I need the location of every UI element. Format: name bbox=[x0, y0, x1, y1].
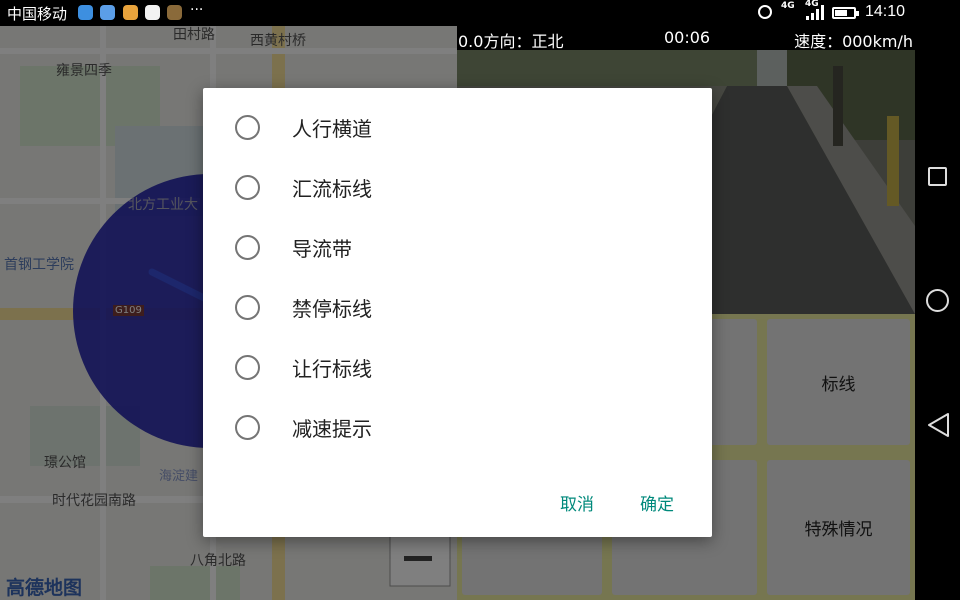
cancel-button[interactable]: 取消 bbox=[560, 490, 594, 515]
option-label: 让行标线 bbox=[292, 357, 372, 381]
radio-icon[interactable] bbox=[235, 175, 260, 200]
navigation-bar bbox=[915, 0, 960, 600]
app-notification-icon-blue bbox=[78, 5, 93, 20]
weibo-icon bbox=[123, 5, 138, 20]
back-icon[interactable] bbox=[927, 412, 951, 438]
speed-readout: 速度：000km/h bbox=[794, 32, 913, 51]
option-merge-line[interactable]: 汇流标线 bbox=[203, 160, 712, 216]
battery-level-fill bbox=[835, 10, 847, 16]
option-crosswalk[interactable]: 人行横道 bbox=[203, 100, 712, 156]
qq-icon bbox=[145, 5, 160, 20]
ok-button[interactable]: 确定 bbox=[640, 490, 674, 515]
radio-icon[interactable] bbox=[235, 295, 260, 320]
radio-icon[interactable] bbox=[235, 235, 260, 260]
recent-apps-icon[interactable] bbox=[928, 167, 947, 186]
signal-icon bbox=[806, 5, 824, 20]
notification-overflow: ··· bbox=[190, 2, 204, 18]
radio-icon[interactable] bbox=[235, 415, 260, 440]
option-slow-down[interactable]: 减速提示 bbox=[203, 400, 712, 456]
option-no-parking-line[interactable]: 禁停标线 bbox=[203, 280, 712, 336]
network-type-label: 4G bbox=[781, 1, 795, 11]
radio-icon[interactable] bbox=[235, 355, 260, 380]
radio-icon[interactable] bbox=[235, 115, 260, 140]
option-label: 减速提示 bbox=[292, 417, 372, 441]
home-icon[interactable] bbox=[926, 289, 949, 312]
clock: 14:10 bbox=[865, 3, 906, 20]
battery-icon bbox=[832, 7, 859, 19]
option-diversion-zone[interactable]: 导流带 bbox=[203, 220, 712, 276]
camera-info-bar: 0.0方向：正北 00:06 速度：000km/h bbox=[457, 26, 915, 51]
option-label: 导流带 bbox=[292, 237, 352, 261]
elapsed-time: 00:06 bbox=[664, 28, 711, 47]
option-label: 汇流标线 bbox=[292, 177, 372, 201]
option-yield-line[interactable]: 让行标线 bbox=[203, 340, 712, 396]
heading-readout: 0.0方向：正北 bbox=[458, 32, 564, 51]
option-label: 人行横道 bbox=[292, 117, 372, 141]
carrier-name: 中国移动 bbox=[7, 5, 68, 23]
marking-type-dialog: 人行横道 汇流标线 导流带 禁停标线 让行标线 减速提示 取消 确定 bbox=[203, 88, 712, 537]
alarm-icon bbox=[758, 5, 772, 19]
app-notification-icon-map bbox=[100, 5, 115, 20]
status-bar: 中国移动 ··· 4G 4G 14:10 bbox=[0, 0, 915, 26]
option-label: 禁停标线 bbox=[292, 297, 372, 321]
camera-app-icon bbox=[167, 5, 182, 20]
